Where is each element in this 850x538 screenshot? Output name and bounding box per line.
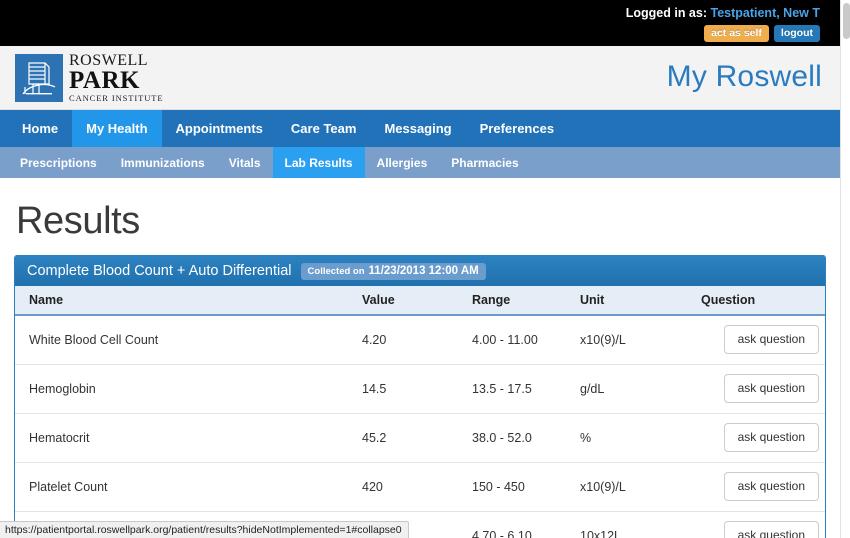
logo-text-park: PARK [69, 67, 140, 94]
ask-question-button[interactable]: ask question [723, 521, 819, 538]
account-bar-content: Logged in as: Testpatient, New T act as … [626, 5, 820, 42]
secondary-navigation: Prescriptions Immunizations Vitals Lab R… [0, 147, 840, 178]
roswell-building-icon [15, 53, 63, 102]
nav-item-appointments[interactable]: Appointments [162, 110, 277, 147]
value-text: 14.5 [362, 381, 387, 396]
subnav-item-pharmacies[interactable]: Pharmacies [439, 147, 530, 178]
act-as-self-button[interactable]: act as self [704, 25, 769, 42]
logout-button[interactable]: logout [773, 25, 820, 42]
page-viewport: Logged in as: Testpatient, New T act as … [0, 0, 840, 538]
logged-in-label: Logged in as: [625, 6, 707, 20]
cell-question: ask question [693, 315, 825, 365]
primary-navigation: Home My Health Appointments Care Team Me… [0, 110, 840, 147]
cell-test-range: 4.00 - 11.00 [470, 315, 578, 365]
cell-test-range: 13.5 - 17.5 [470, 364, 578, 414]
account-bar-buttons: act as self logout [626, 25, 820, 42]
ask-question-button[interactable]: ask question [723, 472, 819, 501]
cell-test-range: 150 - 450 [470, 462, 578, 512]
column-header-question: Question [693, 286, 825, 316]
cell-question: ask question [693, 364, 825, 414]
table-header-row: Name Value Range Unit Question [15, 286, 825, 316]
brand-header: ROSWELL PARK CANCER INSTITUTE My Roswell [0, 46, 840, 110]
table-row: Hematocrit 45.2 38.0 - 52.0 % ask questi… [15, 413, 825, 463]
table-header: Name Value Range Unit Question [15, 286, 825, 316]
column-header-range: Range [470, 286, 578, 316]
collected-on-badge: Collected on 11/23/2013 12:00 AM [300, 262, 486, 280]
cell-question: ask question [693, 462, 825, 512]
nav-item-care-team[interactable]: Care Team [277, 110, 371, 147]
logo-wordmark: ROSWELL PARK CANCER INSTITUTE [69, 53, 163, 103]
cell-question: ask question [693, 511, 825, 538]
portal-title: My Roswell [666, 60, 822, 93]
cell-test-unit: g/dL [578, 364, 693, 414]
collected-on-value: 11/23/2013 12:00 AM [368, 264, 479, 277]
cell-question: ask question [693, 413, 825, 463]
cell-test-value: 14.5 [360, 364, 470, 414]
table-body: White Blood Cell Count 4.20 4.00 - 11.00… [15, 315, 825, 538]
nav-item-messaging[interactable]: Messaging [370, 110, 465, 147]
value-text: 420 [362, 479, 383, 494]
cell-test-value: 420 [360, 462, 470, 512]
cell-test-value: 4.20 [360, 315, 470, 365]
page-scrollbar-thumb[interactable] [843, 3, 850, 39]
cell-test-value: 45.2 [360, 413, 470, 463]
cell-test-unit: 10x12L [580, 528, 622, 538]
ask-question-button[interactable]: ask question [723, 374, 819, 403]
cell-test-unit: x10(9)/L [578, 462, 693, 512]
subnav-item-vitals[interactable]: Vitals [217, 147, 273, 178]
cell-test-name: Platelet Count [15, 462, 360, 512]
logo-text-cancer-institute: CANCER INSTITUTE [69, 93, 164, 103]
cell-test-name: Hemoglobin [15, 364, 360, 414]
logged-in-line: Logged in as: Testpatient, New T [626, 5, 820, 21]
cell-test-range: 38.0 - 52.0 [470, 413, 578, 463]
cell-test-name: White Blood Cell Count [15, 315, 360, 365]
table-row: White Blood Cell Count 4.20 4.00 - 11.00… [15, 315, 825, 365]
subnav-item-prescriptions[interactable]: Prescriptions [8, 147, 109, 178]
page-title: Results [16, 200, 140, 242]
lab-results-table: Name Value Range Unit Question White Blo… [15, 286, 825, 538]
main-content: Results Complete Blood Count + Auto Diff… [0, 178, 840, 538]
column-header-name: Name [15, 286, 360, 316]
column-header-value: Value [360, 286, 470, 316]
page-scrollbar[interactable] [840, 0, 850, 538]
subnav-item-immunizations[interactable]: Immunizations [109, 147, 217, 178]
column-header-unit: Unit [578, 286, 693, 316]
browser-page: Logged in as: Testpatient, New T act as … [0, 0, 850, 538]
ask-question-button[interactable]: ask question [723, 325, 819, 355]
cell-test-name: Hematocrit [15, 413, 360, 463]
table-row: Platelet Count 420 150 - 450 x10(9)/L as… [15, 462, 825, 512]
ask-question-button[interactable]: ask question [723, 423, 819, 452]
account-bar: Logged in as: Testpatient, New T act as … [0, 0, 840, 46]
lab-result-panel: Complete Blood Count + Auto Differential… [14, 255, 826, 538]
nav-item-my-health[interactable]: My Health [72, 110, 162, 147]
cell-test-unit: x10(9)/L [578, 315, 693, 365]
table-row: Hemoglobin 14.5 13.5 - 17.5 g/dL ask que… [15, 364, 825, 414]
collected-on-label: Collected on [307, 265, 365, 277]
nav-item-preferences[interactable]: Preferences [466, 110, 568, 147]
logged-in-username[interactable]: Testpatient, New T [710, 6, 820, 20]
cell-test-range: 4.70 - 6.10 [472, 528, 532, 538]
value-text: 4.20 [362, 332, 387, 347]
cell-test-unit: % [578, 413, 693, 463]
nav-item-home[interactable]: Home [8, 110, 72, 147]
panel-header[interactable]: Complete Blood Count + Auto Differential… [15, 256, 825, 286]
panel-title: Complete Blood Count + Auto Differential [27, 263, 292, 279]
status-bar-url: https://patientportal.roswellpark.org/pa… [0, 521, 409, 538]
site-logo[interactable]: ROSWELL PARK CANCER INSTITUTE [15, 53, 163, 103]
subnav-item-allergies[interactable]: Allergies [365, 147, 440, 178]
value-text: 45.2 [362, 430, 387, 445]
subnav-item-lab-results[interactable]: Lab Results [272, 147, 365, 178]
